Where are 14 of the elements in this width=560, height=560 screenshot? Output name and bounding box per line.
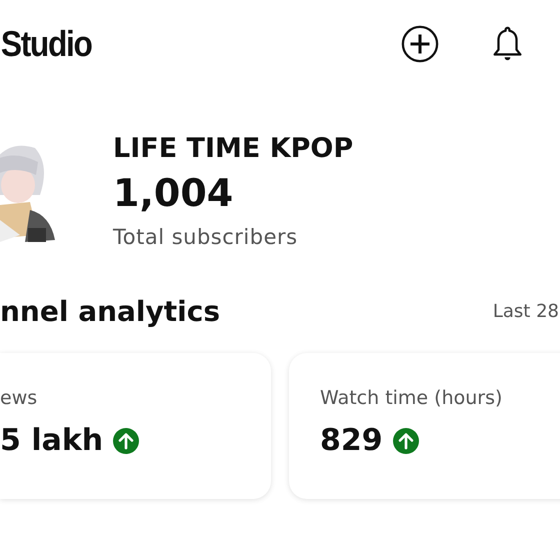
metric-label: Watch time (hours) bbox=[320, 387, 504, 409]
section-title: nnel analytics bbox=[0, 294, 220, 328]
create-icon[interactable] bbox=[401, 25, 439, 63]
metric-label: ews bbox=[0, 387, 38, 409]
subscriber-label: Total subscribers bbox=[113, 224, 299, 251]
app-title: Studio bbox=[0, 23, 92, 65]
subscriber-count: 1,004 bbox=[113, 170, 234, 217]
metric-card[interactable]: ews 5 lakh bbox=[0, 353, 271, 499]
channel-name: LIFE TIME KPOP bbox=[113, 132, 354, 166]
period-label: Last 28 bbox=[492, 300, 559, 322]
metric-card[interactable]: Watch time (hours) 829 bbox=[289, 353, 560, 499]
metric-value: 829 bbox=[320, 423, 383, 458]
notifications-icon[interactable] bbox=[492, 25, 523, 63]
metric-value: 5 lakh bbox=[0, 423, 104, 458]
